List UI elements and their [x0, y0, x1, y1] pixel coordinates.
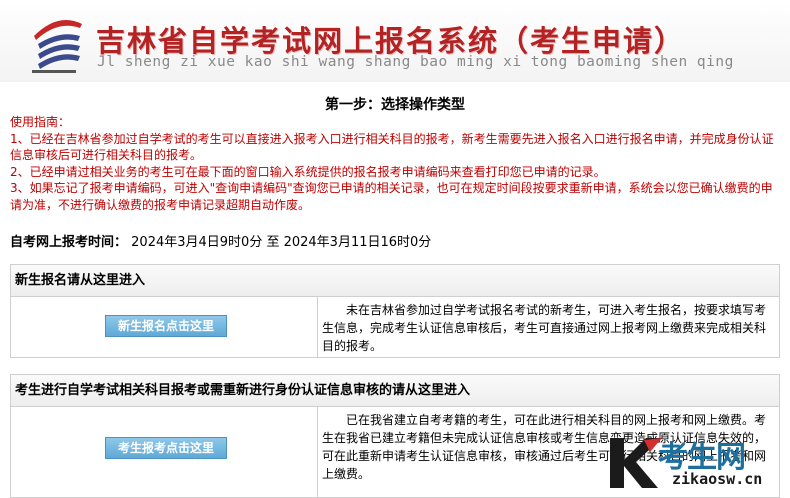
watermark: 考生网 zikaosw.cn: [606, 430, 790, 492]
exam-time: 自考网上报考时间： 2024年3月4日9时0分 至 2024年3月11日16时0…: [10, 231, 431, 250]
page-header: 吉林省自学考试网上报名系统（考生申请） Jl sheng zi xue kao …: [0, 0, 790, 82]
usage-guide: 使用指南： 1、已经在吉林省参加过自学考试的考生可以直接进入报考入口进行相关科目…: [10, 114, 780, 213]
new-student-register-button[interactable]: 新生报名点击这里: [105, 315, 227, 337]
exam-time-value: 2024年3月4日9时0分 至 2024年3月11日16时0分: [131, 235, 432, 250]
exam-registration-panel-title: 考生进行自学考试相关科目报考或需重新进行身份认证信息审核的请从这里进入: [11, 375, 779, 407]
guide-item: 2、已经申请过相关业务的考生可在最下面的窗口输入系统提供的报名报考申请编码来查看…: [10, 164, 606, 179]
exam-registration-button-cell: 考生报考点击这里: [11, 407, 318, 497]
site-title-pinyin: Jl sheng zi xue kao shi wang shang bao m…: [97, 54, 734, 70]
ribbon-logo-icon: [32, 20, 82, 73]
new-student-panel: 新生报名请从这里进入 新生报名点击这里 未在吉林省参加过自学考试报名考试的新考生…: [10, 264, 780, 358]
new-student-description: 未在吉林省参加过自学考试报名考试的新考生，可进入考生报名，按要求填写考生信息，完…: [322, 303, 767, 353]
exam-time-label: 自考网上报考时间：: [10, 235, 128, 250]
new-student-button-cell: 新生报名点击这里: [11, 297, 318, 357]
exam-registration-button[interactable]: 考生报考点击这里: [105, 437, 227, 459]
guide-item: 3、如果忘记了报考申请编码，可进入"查询申请编码"查询您已申请的相关记录，也可在…: [10, 181, 773, 212]
guide-heading: 使用指南：: [10, 115, 71, 129]
watermark-url: zikaosw.cn: [672, 470, 763, 488]
step-title: 第一步：选择操作类型: [325, 97, 465, 113]
guide-item: 1、已经在吉林省参加过自学考试的考生可以直接进入报考入口进行相关科目的报考，新考…: [10, 131, 774, 163]
new-student-panel-title: 新生报名请从这里进入: [11, 265, 779, 297]
